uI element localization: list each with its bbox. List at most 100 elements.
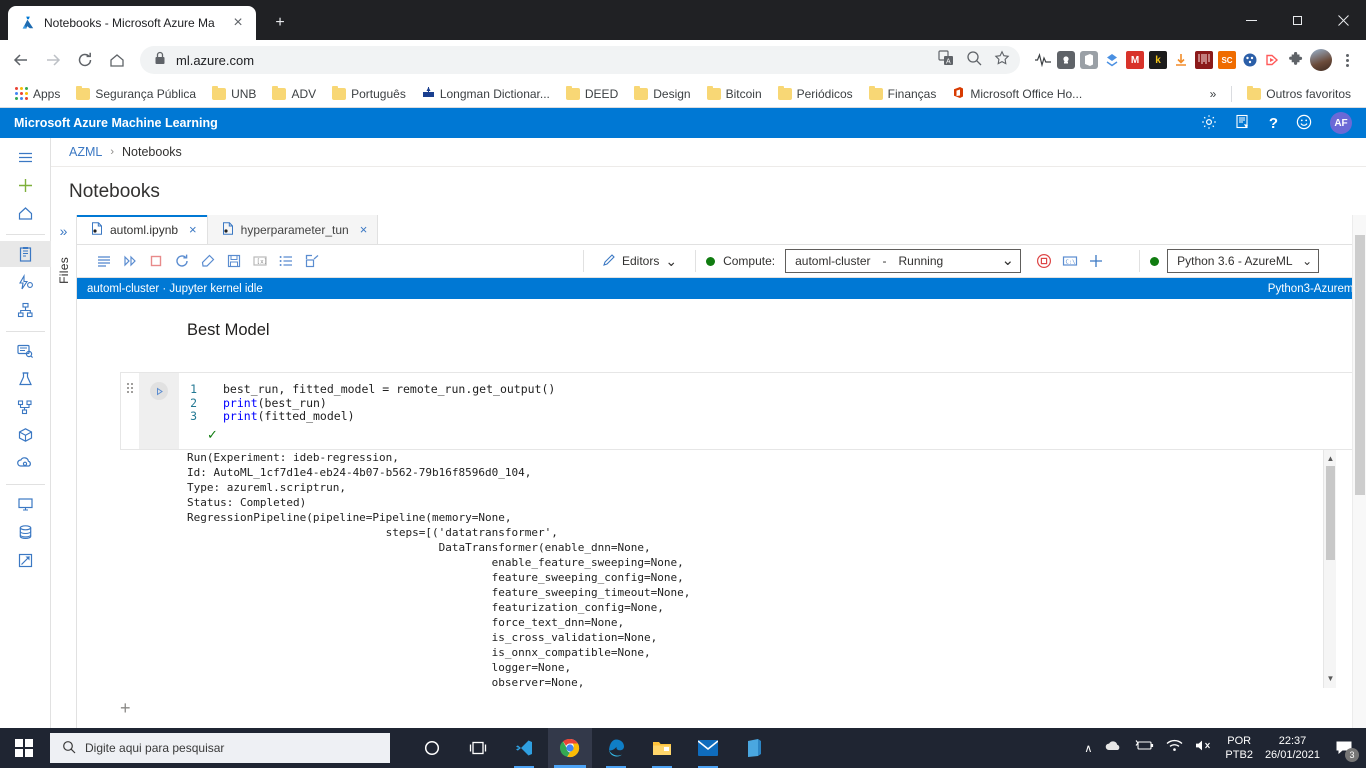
- address-bar[interactable]: ml.azure.com A: [140, 46, 1020, 74]
- mendeley-extension-icon[interactable]: M: [1126, 51, 1144, 69]
- output-scrollbar[interactable]: ▲ ▼: [1323, 449, 1337, 688]
- focus-mode-icon[interactable]: [299, 248, 325, 274]
- scroll-up-icon[interactable]: ▲: [1324, 452, 1337, 466]
- sidebar-item-datastores[interactable]: [0, 519, 51, 545]
- user-avatar[interactable]: AF: [1330, 112, 1352, 134]
- reload-button[interactable]: [70, 45, 100, 75]
- notebook-page-scrollbar[interactable]: [1352, 215, 1366, 732]
- play-extension-icon[interactable]: [1264, 51, 1282, 69]
- sidebar-item-automated-ml[interactable]: [0, 269, 51, 295]
- run-all-icon[interactable]: [117, 248, 143, 274]
- sidebar-item-experiments[interactable]: [0, 366, 51, 392]
- bookmark-portugues[interactable]: Português: [325, 84, 413, 104]
- smiley-icon[interactable]: [1296, 114, 1312, 133]
- start-button[interactable]: [0, 728, 48, 768]
- cell-source[interactable]: 1 best_run, fitted_model = remote_run.ge…: [179, 373, 1365, 449]
- taskbar-item-cortana[interactable]: [410, 728, 454, 768]
- add-cell-button[interactable]: +: [107, 688, 1366, 719]
- bookmark-seguranca-publica[interactable]: Segurança Pública: [69, 84, 203, 104]
- home-button[interactable]: [102, 45, 132, 75]
- sidebar-item-data-labeling[interactable]: [0, 547, 51, 573]
- notebook-tab-hyperparameter-tun[interactable]: hyperparameter_tun ×: [207, 215, 379, 244]
- browser-tab-close-button[interactable]: ×: [230, 14, 246, 31]
- bookmark-periodicos[interactable]: Periódicos: [771, 84, 860, 104]
- window-maximize-button[interactable]: [1274, 0, 1320, 40]
- sc-extension-icon[interactable]: SC: [1218, 51, 1236, 69]
- taskbar-item-store[interactable]: [732, 728, 776, 768]
- code-cell[interactable]: 1 best_run, fitted_model = remote_run.ge…: [120, 372, 1366, 450]
- notebook-feedback-icon[interactable]: [1235, 114, 1251, 133]
- bookmark-unb[interactable]: UNB: [205, 84, 263, 104]
- stop-compute-icon[interactable]: [1031, 248, 1057, 274]
- taskbar-item-chrome[interactable]: [548, 728, 592, 768]
- volume-muted-icon[interactable]: [1195, 739, 1213, 757]
- stop-square-icon[interactable]: [143, 248, 169, 274]
- forward-button[interactable]: [38, 45, 68, 75]
- taskbar-item-mail[interactable]: [686, 728, 730, 768]
- waveform-extension-icon[interactable]: [1034, 51, 1052, 69]
- bookmark-financas[interactable]: Finanças: [862, 84, 944, 104]
- sidebar-item-new[interactable]: [0, 172, 51, 198]
- dropbox-extension-icon[interactable]: [1103, 51, 1121, 69]
- bookmark-bitcoin[interactable]: Bitcoin: [700, 84, 769, 104]
- theater-extension-icon[interactable]: [1195, 51, 1213, 69]
- outline-icon[interactable]: [273, 248, 299, 274]
- sidebar-item-designer[interactable]: [0, 297, 51, 323]
- taskbar-item-task-view[interactable]: [456, 728, 500, 768]
- chrome-menu-button[interactable]: [1334, 45, 1360, 75]
- output-scrollbar-thumb[interactable]: [1326, 465, 1335, 560]
- notebook-tab-close-button[interactable]: ×: [189, 222, 197, 237]
- notebook-tab-close-button[interactable]: ×: [360, 222, 368, 237]
- bookmark-deed[interactable]: DEED: [559, 84, 625, 104]
- browser-tab-active[interactable]: Notebooks - Microsoft Azure Ma ×: [8, 6, 256, 40]
- back-button[interactable]: [6, 45, 36, 75]
- language-indicator[interactable]: POR PTB2: [1225, 734, 1253, 762]
- cell-run-button[interactable]: [139, 373, 179, 449]
- terminal-icon[interactable]: C:\: [1057, 248, 1083, 274]
- sidebar-item-datasets[interactable]: [0, 338, 51, 364]
- taskbar-item-vscode[interactable]: [502, 728, 546, 768]
- translate-icon[interactable]: A: [938, 49, 954, 71]
- wifi-icon[interactable]: [1166, 739, 1183, 757]
- breadcrumb-root-link[interactable]: AZML: [69, 145, 102, 159]
- onedrive-icon[interactable]: [1104, 739, 1122, 757]
- kernel-selector[interactable]: Python 3.6 - AzureML ⌄: [1167, 249, 1320, 273]
- sidebar-item-pipelines[interactable]: [0, 394, 51, 420]
- scroll-down-icon[interactable]: ▼: [1324, 672, 1337, 686]
- pocket-extension-icon[interactable]: [1057, 51, 1075, 69]
- bookmark-microsoft-office-home[interactable]: Microsoft Office Ho...: [945, 83, 1089, 105]
- office-extension-icon[interactable]: [1080, 51, 1098, 69]
- list-lines-icon[interactable]: [91, 248, 117, 274]
- download-extension-icon[interactable]: [1172, 51, 1190, 69]
- files-panel-collapsed[interactable]: » Files: [51, 215, 77, 732]
- window-minimize-button[interactable]: [1228, 0, 1274, 40]
- profile-avatar-icon[interactable]: [1310, 49, 1332, 71]
- bookmark-other-favorites[interactable]: Outros favoritos: [1240, 84, 1358, 104]
- bookmark-apps[interactable]: Apps: [8, 84, 67, 104]
- taskbar-search-input[interactable]: Digite aqui para pesquisar: [50, 733, 390, 763]
- sidebar-item-endpoints[interactable]: [0, 450, 51, 476]
- expand-files-icon[interactable]: »: [60, 223, 68, 239]
- battery-icon[interactable]: [1134, 739, 1154, 757]
- bookmarks-overflow-button[interactable]: »: [1203, 84, 1224, 104]
- notebook-tab-automl[interactable]: automl.ipynb ×: [77, 215, 208, 244]
- new-tab-button[interactable]: +: [266, 9, 294, 37]
- bookmark-star-icon[interactable]: [994, 50, 1010, 71]
- sidebar-item-hamburger-menu[interactable]: [0, 144, 51, 170]
- gear-icon[interactable]: [1201, 114, 1217, 133]
- tray-expand-chevron-icon[interactable]: ∧: [1084, 742, 1092, 755]
- add-compute-icon[interactable]: [1083, 248, 1109, 274]
- bookmark-adv[interactable]: ADV: [265, 84, 323, 104]
- restart-icon[interactable]: [169, 248, 195, 274]
- cell-drag-handle[interactable]: [121, 373, 139, 449]
- sidebar-item-compute[interactable]: [0, 491, 51, 517]
- bookmark-design[interactable]: Design: [627, 84, 697, 104]
- page-scrollbar-thumb[interactable]: [1355, 235, 1365, 495]
- taskbar-item-edge[interactable]: [594, 728, 638, 768]
- kobo-extension-icon[interactable]: k: [1149, 51, 1167, 69]
- clear-outputs-icon[interactable]: [195, 248, 221, 274]
- sidebar-item-models[interactable]: [0, 422, 51, 448]
- window-close-button[interactable]: [1320, 0, 1366, 40]
- editors-dropdown[interactable]: Editors ⌄: [594, 253, 685, 270]
- sidebar-item-notebooks[interactable]: [0, 241, 51, 267]
